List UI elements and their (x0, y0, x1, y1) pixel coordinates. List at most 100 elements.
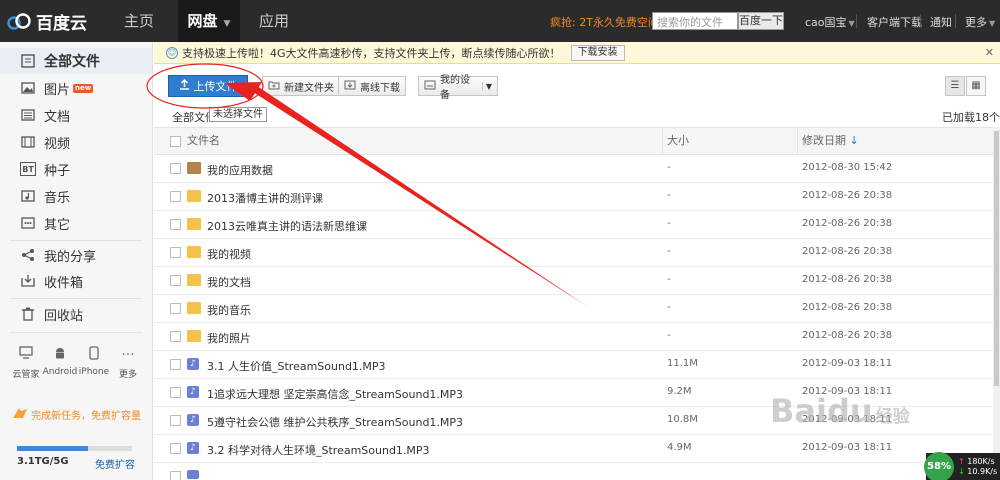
row-checkbox[interactable] (170, 191, 181, 202)
sidebar-item-inbox[interactable]: 收件箱 (0, 268, 152, 294)
sidebar-item-documents[interactable]: 文档 (0, 102, 152, 128)
device-more[interactable]: ··· 更多 (110, 346, 146, 380)
table-row[interactable]: 我的文档 - 2012-08-26 20:38 (154, 267, 993, 295)
file-size: - (667, 330, 671, 341)
row-checkbox[interactable] (170, 275, 181, 286)
download-install-button[interactable]: 下载安装 (570, 44, 625, 61)
table-row[interactable]: 2013云唯真主讲的语法新思维课 - 2012-08-26 20:38 (154, 211, 993, 239)
audio-file-icon: ♪ (187, 358, 199, 370)
sidebar-item-torrents[interactable]: BT 种子 (0, 156, 152, 182)
table-row-partial[interactable] (154, 463, 993, 480)
file-name[interactable]: 3.1 人生价值_StreamSound1.MP3 (207, 358, 386, 374)
audio-file-icon: ♪ (187, 442, 199, 454)
file-name[interactable]: 我的视频 (207, 246, 251, 262)
upload-icon (179, 78, 190, 93)
file-name[interactable]: 2013潘博主讲的测评课 (207, 190, 323, 206)
grid-view-button[interactable]: ▦ (966, 76, 986, 96)
file-name[interactable]: 2013云唯真主讲的语法新思维课 (207, 218, 367, 234)
more-menu[interactable]: 更多 ▼ (965, 14, 995, 30)
close-icon[interactable]: ✕ (985, 46, 994, 59)
nav-tab-netdisk[interactable]: 网盘 ▼ (178, 0, 240, 42)
sidebar-item-other[interactable]: 其它 (0, 210, 152, 236)
sidebar-item-recycle-bin[interactable]: 回收站 (0, 301, 152, 327)
expand-quota-link[interactable]: 免费扩容 (95, 456, 135, 471)
row-checkbox[interactable] (170, 471, 181, 480)
chevron-down-icon[interactable]: ▼ (481, 81, 492, 91)
chevron-down-icon: ▼ (989, 19, 996, 28)
list-view-button[interactable]: ☰ (945, 76, 965, 96)
column-header-name[interactable]: 文件名 (187, 128, 220, 154)
device-label: Android (42, 367, 78, 377)
table-row[interactable]: 我的应用数据 - 2012-08-30 15:42 (154, 155, 993, 183)
user-menu[interactable]: cao国宝 ▼ (805, 14, 855, 30)
select-all-checkbox[interactable] (170, 136, 181, 147)
table-row[interactable]: 我的照片 - 2012-08-26 20:38 (154, 323, 993, 351)
row-checkbox[interactable] (170, 219, 181, 230)
client-download-link[interactable]: 客户端下载 (867, 14, 922, 30)
column-header-size[interactable]: 大小 (667, 128, 689, 154)
row-checkbox[interactable] (170, 303, 181, 314)
trash-icon (20, 307, 36, 321)
baidu-cloud-logo[interactable]: 百度云 (6, 9, 87, 34)
task-promo[interactable]: 完成新任务，免费扩容量 (12, 406, 141, 423)
download-icon (344, 80, 356, 93)
table-row[interactable]: 我的音乐 - 2012-08-26 20:38 (154, 295, 993, 323)
sidebar-item-all-files[interactable]: 全部文件 (0, 48, 152, 74)
sidebar-item-videos[interactable]: 视频 (0, 129, 152, 155)
file-name[interactable]: 5遵守社会公德 维护公共秩序_StreamSound1.MP3 (207, 414, 463, 430)
sidebar-item-label: 全部文件 (44, 54, 100, 70)
quota-text: 3.1TG/5G (17, 456, 69, 467)
search-button[interactable]: 百度一下 (738, 12, 784, 30)
file-name[interactable]: 1追求远大理想 坚定崇高信念_StreamSound1.MP3 (207, 386, 463, 402)
promo-link[interactable]: 疯抢: 2T永久免费空间 (550, 14, 659, 30)
sidebar-item-label: 图片 (44, 82, 71, 98)
app-data-folder-icon (187, 162, 201, 174)
upload-file-button[interactable]: 上传文件 (168, 75, 248, 97)
row-checkbox[interactable] (170, 163, 181, 174)
table-row[interactable]: 2013潘博主讲的测评课 - 2012-08-26 20:38 (154, 183, 993, 211)
my-devices-button[interactable]: 我的设备 ▼ (418, 75, 498, 101)
sidebar-item-music[interactable]: 音乐 (0, 183, 152, 209)
file-name[interactable]: 我的应用数据 (207, 162, 273, 178)
speed-widget[interactable]: 58% ↑ 180K/s ↓ 10.9K/s (924, 451, 1000, 480)
scrollbar[interactable] (993, 127, 1000, 480)
sidebar-item-my-share[interactable]: 我的分享 (0, 242, 152, 268)
file-name[interactable]: 我的音乐 (207, 302, 251, 318)
table-row[interactable]: ♪ 3.1 人生价值_StreamSound1.MP3 11.1M 2012-0… (154, 351, 993, 379)
nav-tab-apps[interactable]: 应用 (248, 0, 300, 42)
row-checkbox[interactable] (170, 443, 181, 454)
upload-speed: 180K/s (967, 456, 995, 466)
date-header-label: 修改日期 (802, 134, 846, 147)
file-name[interactable]: 3.2 科学对待人生环境_StreamSound1.MP3 (207, 442, 430, 458)
device-yunguanjia[interactable]: 云管家 (8, 346, 44, 380)
table-row[interactable]: 我的视频 - 2012-08-26 20:38 (154, 239, 993, 267)
notify-link[interactable]: 通知 (930, 14, 952, 30)
row-checkbox[interactable] (170, 359, 181, 370)
search-input[interactable]: 搜索你的文件 (652, 12, 738, 30)
table-row[interactable]: ♪ 3.2 科学对待人生环境_StreamSound1.MP3 4.9M 201… (154, 435, 993, 463)
scrollbar-thumb[interactable] (994, 131, 999, 386)
nav-tab-home[interactable]: 主页 (108, 0, 170, 42)
offline-download-button[interactable]: 离线下载 (338, 76, 406, 96)
device-label: iPhone (78, 367, 110, 377)
sidebar-item-images[interactable]: 图片 new (0, 75, 152, 101)
file-date: 2012-08-26 20:38 (802, 246, 893, 257)
new-folder-button[interactable]: 新建文件夹 (262, 76, 340, 96)
file-date: 2012-08-26 20:38 (802, 218, 893, 229)
top-navbar: 百度云 主页 网盘 ▼ 应用 疯抢: 2T永久免费空间 搜索你的文件 百度一下 c… (0, 0, 1000, 42)
file-table-header: 文件名 大小 修改日期 ↓ (154, 127, 993, 155)
device-android[interactable]: Android (42, 346, 78, 377)
row-checkbox[interactable] (170, 331, 181, 342)
device-iphone[interactable]: iPhone (76, 346, 112, 377)
row-checkbox[interactable] (170, 387, 181, 398)
column-header-date[interactable]: 修改日期 ↓ (802, 128, 859, 154)
file-name[interactable]: 我的照片 (207, 330, 251, 346)
file-name[interactable]: 我的文档 (207, 274, 251, 290)
file-size: - (667, 302, 671, 313)
audio-file-icon: ♪ (187, 386, 199, 398)
row-checkbox[interactable] (170, 415, 181, 426)
file-size: 9.2M (667, 386, 692, 397)
file-date: 2012-08-26 20:38 (802, 302, 893, 313)
device-label: 更多 (118, 370, 137, 380)
row-checkbox[interactable] (170, 247, 181, 258)
